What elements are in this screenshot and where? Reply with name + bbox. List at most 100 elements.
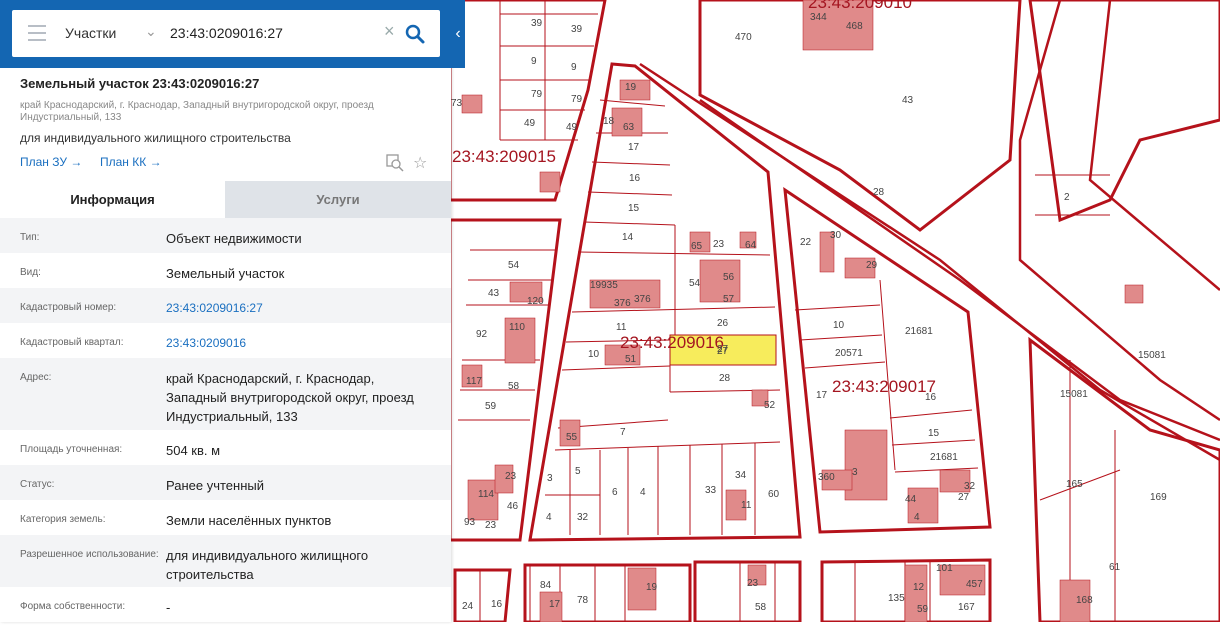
info-value: Объект недвижимости: [166, 231, 302, 246]
parcel-number: 23: [713, 239, 725, 250]
info-value: -: [166, 600, 171, 615]
parcel-number: 28: [873, 187, 885, 198]
parcel-number: 4: [546, 512, 552, 523]
info-key: Кадастровый номер:: [20, 302, 117, 313]
object-address: край Краснодарский, г. Краснодар, Западн…: [20, 100, 374, 123]
quarter-label: 23:43:209015: [452, 147, 556, 166]
parcel-number: 15081: [1060, 389, 1088, 400]
parcel-number: 17: [816, 390, 828, 401]
info-row-address: Адрес: край Краснодарский, г. Краснодар,…: [0, 358, 451, 430]
parcel-number: 15081: [1138, 350, 1166, 361]
parcel-number: 5: [575, 466, 581, 477]
info-row-land-category: Категория земель: Земли населённых пункт…: [0, 500, 451, 535]
info-value: Земельный участок: [166, 266, 285, 281]
parcel-number: 57: [723, 294, 735, 305]
parcel-number: 344: [810, 12, 827, 23]
parcel-number: 120: [527, 296, 544, 307]
parcel-number: 54: [689, 278, 701, 289]
parcel-number: 32: [964, 481, 976, 492]
collapse-panel-icon[interactable]: ‹: [451, 18, 465, 50]
parcel-number: 44: [905, 494, 917, 505]
info-row-permitted-use: Разрешенное использование: для индивидуа…: [0, 535, 451, 587]
layer-select[interactable]: Участки: [65, 25, 116, 41]
info-key: Площадь уточненная:: [20, 444, 123, 455]
cadastral-quarter-link[interactable]: 23:43:0209016: [166, 334, 436, 353]
parcel-number: 10: [833, 320, 845, 331]
parcel-number: 360: [818, 472, 835, 483]
parcel-number: 16: [925, 392, 937, 403]
info-panel: Земельный участок 23:43:0209016:27 край …: [0, 0, 451, 622]
parcel-number: 27: [958, 492, 970, 503]
info-row-ownership: Форма собственности: -: [0, 587, 451, 622]
tab-info[interactable]: Информация: [0, 181, 225, 218]
parcel-number: 468: [846, 21, 863, 32]
parcel-number: 61: [1109, 562, 1121, 573]
parcel-number: 9: [571, 62, 577, 73]
parcel-number: 101: [936, 563, 953, 574]
parcel-number: 19: [625, 82, 637, 93]
parcel-number: 22: [800, 237, 812, 248]
parcel-number: 376: [614, 298, 631, 309]
parcel-number: 3: [547, 473, 553, 484]
parcel-number: 17: [549, 599, 561, 610]
search-icon[interactable]: [404, 23, 426, 45]
parcel-number: 29: [866, 260, 878, 271]
info-key: Разрешенное использование:: [20, 549, 159, 560]
parcel-number: 79: [531, 89, 543, 100]
plan-zu-link[interactable]: План ЗУ →: [20, 155, 82, 169]
parcel-number: 11: [741, 500, 752, 511]
parcel-number: 39: [571, 24, 583, 35]
parcel-number: 7: [620, 427, 626, 438]
parcel-number: 14: [622, 232, 634, 243]
search-box: Участки ⌄ 23:43:0209016:27 ×: [12, 10, 440, 57]
parcel-number: 39: [531, 18, 543, 29]
menu-icon[interactable]: [28, 25, 46, 41]
cadastral-number-link[interactable]: 23:43:0209016:27: [166, 299, 436, 318]
parcel-number: 65: [691, 241, 703, 252]
parcel-number: 23: [747, 578, 759, 589]
favorite-star-icon[interactable]: ☆: [413, 153, 427, 173]
info-key: Тип:: [20, 232, 40, 243]
parcel-number: 51: [625, 354, 637, 365]
info-row-area: Площадь уточненная: 504 кв. м: [0, 430, 451, 465]
search-bar: Участки ⌄ 23:43:0209016:27 × ‹: [0, 0, 465, 68]
close-icon[interactable]: ×: [384, 21, 395, 42]
parcel-number: 23: [485, 520, 497, 531]
parcel-number: 43: [488, 288, 500, 299]
plan-kk-link[interactable]: План КК →: [100, 155, 162, 169]
parcel-number: 56: [723, 272, 735, 283]
info-value: Ранее учтенный: [166, 478, 264, 493]
parcel-number: 16: [491, 599, 503, 610]
parcel-number: 17: [628, 142, 640, 153]
chevron-down-icon[interactable]: ⌄: [145, 23, 157, 40]
parcel-number: 4: [914, 512, 920, 523]
parcel-number: 23: [505, 471, 517, 482]
info-key: Вид:: [20, 267, 41, 278]
parcel-number: 59: [917, 604, 929, 615]
info-row-kind: Вид: Земельный участок: [0, 253, 451, 288]
info-row-type: Тип: Объект недвижимости: [0, 218, 451, 253]
parcel-number: 63: [623, 122, 635, 133]
info-key: Форма собственности:: [20, 601, 126, 612]
tab-services[interactable]: Услуги: [225, 181, 451, 218]
zoom-to-object-icon[interactable]: [386, 154, 404, 172]
parcel-number: 110: [509, 322, 525, 333]
search-input[interactable]: 23:43:0209016:27: [170, 25, 283, 41]
quarter-label: 23:43:209010: [808, 0, 912, 12]
parcel-number: 114: [478, 489, 494, 500]
parcel-number: 168: [1076, 595, 1093, 606]
parcel-number: 16: [629, 173, 641, 184]
object-header: Земельный участок 23:43:0209016:27 край …: [0, 68, 451, 180]
parcel-number: 457: [966, 579, 983, 590]
parcel-number: 49: [524, 118, 536, 129]
parcel-number: 117: [466, 376, 482, 387]
parcel-number: 19935: [590, 280, 618, 291]
info-key: Статус:: [20, 479, 55, 490]
quarter-label: 23:43:209016: [620, 333, 724, 352]
parcel-number: 46: [507, 501, 519, 512]
parcel-number: 21681: [905, 326, 933, 337]
parcel-number: 84: [540, 580, 552, 591]
quarter-label: 23:43:209017: [832, 377, 936, 396]
parcel-number: 2: [1064, 192, 1070, 203]
parcel-number: 24: [462, 601, 474, 612]
